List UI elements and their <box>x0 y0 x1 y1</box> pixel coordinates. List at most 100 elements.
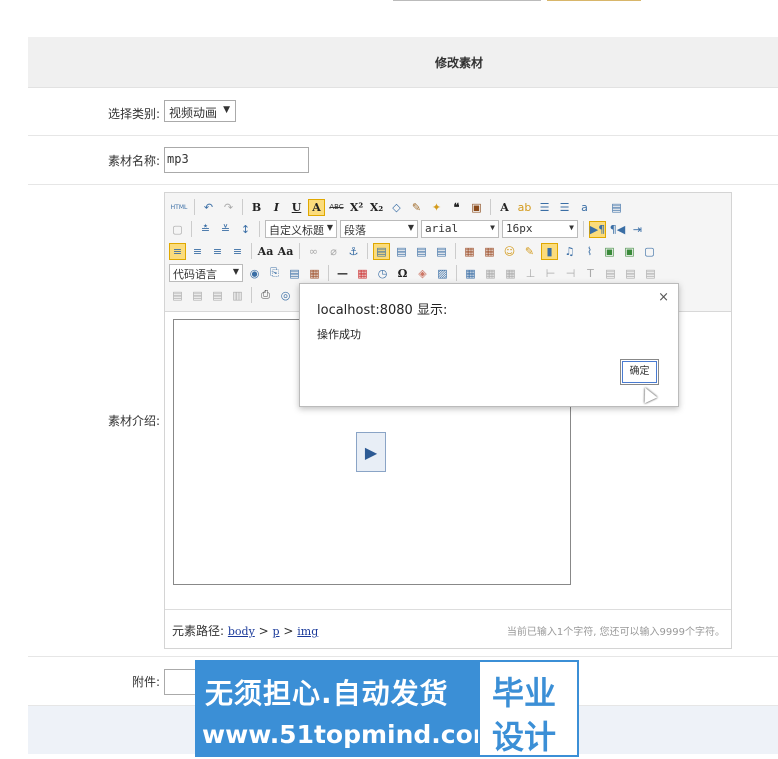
anchor-icon[interactable]: ⚓ <box>345 243 362 260</box>
chart-icon[interactable]: ▥ <box>229 287 246 304</box>
delete-col-icon[interactable]: T <box>582 265 599 282</box>
row-spacing-top-icon[interactable]: ≛ <box>197 221 214 238</box>
split-cols-icon[interactable]: ▤ <box>209 287 226 304</box>
font-family-dropdown[interactable]: arial ▼ <box>421 220 499 238</box>
wordimage-icon[interactable]: ◈ <box>414 265 431 282</box>
html-source-button[interactable]: HTML <box>169 199 189 216</box>
watermark-badge-line2: 设计 <box>492 718 557 756</box>
eraser-icon[interactable]: ◇ <box>388 199 405 216</box>
special-char-icon[interactable]: Ω <box>394 265 411 282</box>
align-justify-icon[interactable]: ≡ <box>229 243 246 260</box>
insert-paragraph-before-table-icon[interactable]: ▦ <box>502 265 519 282</box>
intro-row: 素材介绍: HTML ↶ ↷ B I U A ABC X² X₂ ◇ ✎ ✦ ❝… <box>28 185 778 657</box>
horizontal-rule-icon[interactable]: — <box>334 265 351 282</box>
indent-icon[interactable]: ⇥ <box>629 221 646 238</box>
strikethrough-icon[interactable]: ABC <box>328 199 345 216</box>
ordered-list-icon[interactable]: ☰ <box>536 199 553 216</box>
ok-button[interactable]: 确定 <box>620 359 659 385</box>
search-replace-icon[interactable]: ▨ <box>434 265 451 282</box>
watermark-line2: www.51topmind.com <box>202 720 499 749</box>
toolbar-row-3: ≡ ≡ ≡ ≡ Aa Aa ∞ ⌀ ⚓ ▤ ▤ ▤ ▤ ▦ ▦ ☺ ✎ ▮ ♫ … <box>169 240 658 262</box>
split-cells-icon[interactable]: ▤ <box>169 287 186 304</box>
time-icon[interactable]: ◷ <box>374 265 391 282</box>
music-icon[interactable]: ♫ <box>561 243 578 260</box>
font-border-icon[interactable]: A <box>308 198 325 216</box>
italic-icon[interactable]: I <box>268 199 285 216</box>
format-brush-icon[interactable]: ✎ <box>408 199 425 216</box>
print-preview-icon[interactable]: ▢ <box>169 221 186 238</box>
split-rows-icon[interactable]: ▤ <box>189 287 206 304</box>
template-icon[interactable]: ▤ <box>286 265 303 282</box>
redo-icon[interactable]: ↷ <box>220 199 237 216</box>
ltr-icon[interactable]: ▶¶ <box>589 220 606 238</box>
map-icon[interactable]: ▣ <box>601 243 618 260</box>
delete-row-icon[interactable]: ⊢ <box>542 265 559 282</box>
category-select[interactable]: 视频动画 ▼ <box>164 100 236 122</box>
row-spacing-bottom-icon[interactable]: ≚ <box>217 221 234 238</box>
clear-doc-icon[interactable]: ▤ <box>608 199 625 216</box>
uppercase-icon[interactable]: Aa <box>257 243 274 260</box>
lowercase-icon[interactable]: Aa <box>277 243 294 260</box>
line-height-icon[interactable]: ↕ <box>237 221 254 238</box>
merge-cells-icon[interactable]: ▤ <box>602 265 619 282</box>
image-center-icon[interactable]: ▤ <box>433 243 450 260</box>
insert-table-icon[interactable]: ▦ <box>462 265 479 282</box>
code-language-dropdown[interactable]: 代码语言 ▼ <box>169 264 243 282</box>
attachment-icon[interactable]: ⌇ <box>581 243 598 260</box>
image-none-icon[interactable]: ▤ <box>373 242 390 260</box>
underline-icon[interactable]: U <box>288 199 305 216</box>
path-item-body[interactable]: body <box>228 625 255 638</box>
align-center-icon[interactable]: ≡ <box>189 243 206 260</box>
link-icon[interactable]: ∞ <box>305 243 322 260</box>
scrawl-icon[interactable]: ✎ <box>521 243 538 260</box>
form-header: 修改素材 <box>28 37 778 88</box>
insert-code-icon[interactable]: ◉ <box>246 265 263 282</box>
unordered-list-icon[interactable]: ☰ <box>556 199 573 216</box>
paste-plain-icon[interactable]: ▣ <box>468 199 485 216</box>
top-buttons <box>393 0 641 1</box>
attachment-label: 附件: <box>131 675 160 689</box>
unlink-icon[interactable]: ⌀ <box>325 243 342 260</box>
undo-icon[interactable]: ↶ <box>200 199 217 216</box>
subscript-icon[interactable]: X₂ <box>368 199 385 216</box>
background-icon[interactable]: ▦ <box>306 265 323 282</box>
heading-dropdown[interactable]: 自定义标题 ▼ <box>265 220 337 238</box>
insert-image-icon[interactable]: ▦ <box>481 243 498 260</box>
delete-table-icon[interactable]: ▦ <box>482 265 499 282</box>
video-file-icon[interactable]: ▶ <box>356 432 386 472</box>
insert-col-icon[interactable]: ⊣ <box>562 265 579 282</box>
page-break-icon[interactable]: ⎘ <box>266 265 283 282</box>
align-left-icon[interactable]: ≡ <box>169 242 186 260</box>
rtl-icon[interactable]: ¶◀ <box>609 221 626 238</box>
font-color-icon[interactable]: A <box>496 199 513 216</box>
align-right-icon[interactable]: ≡ <box>209 243 226 260</box>
path-item-img[interactable]: img <box>297 625 318 638</box>
print-icon[interactable]: ⎙ <box>257 287 274 304</box>
path-item-p[interactable]: p <box>273 625 280 638</box>
insert-video-icon[interactable]: ▮ <box>541 242 558 260</box>
simple-upload-icon[interactable]: ▦ <box>461 243 478 260</box>
font-size-dropdown[interactable]: 16px ▼ <box>502 220 578 238</box>
blockquote-icon[interactable]: ❝ <box>448 199 465 216</box>
insert-row-icon[interactable]: ⊥ <box>522 265 539 282</box>
top-button-right[interactable] <box>547 0 641 1</box>
top-button-left[interactable] <box>393 0 541 1</box>
background-color-icon[interactable]: ab <box>516 199 533 216</box>
merge-down-icon[interactable]: ▤ <box>642 265 659 282</box>
preview-icon[interactable]: ◎ <box>277 287 294 304</box>
paragraph-dropdown[interactable]: 段落 ▼ <box>340 220 418 238</box>
image-right-icon[interactable]: ▤ <box>413 243 430 260</box>
name-input[interactable]: mp3 <box>164 147 309 173</box>
merge-right-icon[interactable]: ▤ <box>622 265 639 282</box>
emotion-icon[interactable]: ☺ <box>501 243 518 260</box>
gmap-icon[interactable]: ▣ <box>621 243 638 260</box>
superscript-icon[interactable]: X² <box>348 199 365 216</box>
select-all-icon[interactable]: a <box>576 199 593 216</box>
name-row: 素材名称: mp3 <box>28 136 778 185</box>
bold-icon[interactable]: B <box>248 199 265 216</box>
auto-format-icon[interactable]: ✦ <box>428 199 445 216</box>
insert-frame-icon[interactable]: ▢ <box>641 243 658 260</box>
date-icon[interactable]: ▦ <box>354 265 371 282</box>
image-left-icon[interactable]: ▤ <box>393 243 410 260</box>
close-icon[interactable]: × <box>658 290 669 305</box>
